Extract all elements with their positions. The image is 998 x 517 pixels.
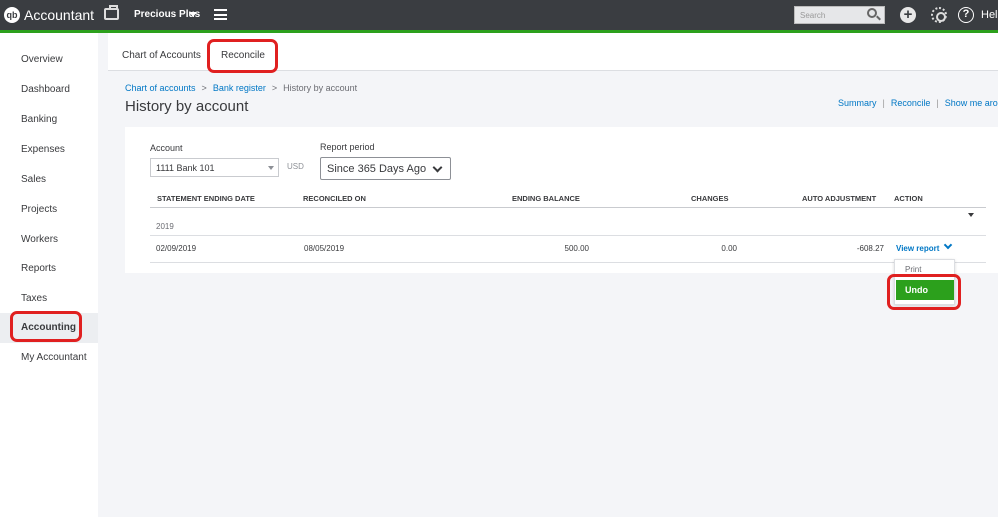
tab-chart-of-accounts[interactable]: Chart of Accounts [122,50,201,61]
search-icon[interactable] [867,8,877,18]
help-icon[interactable]: ? [958,7,974,23]
link-divider: | [936,98,939,108]
sidebar-item-projects[interactable]: Projects [0,195,98,223]
sidebar-item-expenses[interactable]: Expenses [0,135,98,163]
highlight-undo [887,274,961,310]
highlight-accounting [10,311,82,342]
breadcrumb-separator: > [271,83,278,93]
reconcile-link[interactable]: Reconcile [891,98,931,108]
sidebar-item-reports[interactable]: Reports [0,254,98,282]
column-header-reconciled-on[interactable]: RECONCILED ON [303,194,366,203]
page-links: Summary | Reconcile | Show me around [838,98,998,108]
sidebar-item-sales[interactable]: Sales [0,165,98,193]
hamburger-menu-icon[interactable] [214,9,227,20]
show-me-around-link[interactable]: Show me around [945,98,998,108]
table-divider [150,207,986,208]
report-period-select[interactable]: Since 365 Days Ago [320,157,451,180]
app-brand[interactable]: Accountant [24,7,94,23]
column-header-ending-balance[interactable]: ENDING BALANCE [512,194,580,203]
breadcrumb: Chart of accounts > Bank register > History … [125,83,357,93]
changes-cell: 0.00 [721,244,737,253]
menu-item-print[interactable]: Print [905,265,921,274]
quickbooks-logo-icon[interactable]: qb [4,7,20,23]
column-header-changes[interactable]: CHANGES [691,194,729,203]
breadcrumb-separator: > [201,83,207,93]
sidebar-item-overview[interactable]: Overview [0,45,98,73]
column-header-auto-adjustment[interactable]: AUTO ADJUSTMENT [802,194,876,203]
page-title: History by account [125,98,249,115]
ending-balance-cell: 500.00 [564,244,589,253]
breadcrumb-current: History by account [283,83,358,93]
breadcrumb-chart-of-accounts[interactable]: Chart of accounts [125,83,196,93]
create-plus-icon[interactable]: + [900,7,916,23]
sidebar-item-banking[interactable]: Banking [0,105,98,133]
sidebar-item-dashboard[interactable]: Dashboard [0,75,98,103]
currency-label: USD [287,162,304,171]
account-select[interactable]: 1111 Bank 101 [150,158,279,177]
sidebar-item-my-accountant[interactable]: My Accountant [0,343,98,371]
summary-link[interactable]: Summary [838,98,877,108]
statement-ending-date-cell: 02/09/2019 [156,244,197,253]
table-divider [150,235,986,236]
sidebar-item-workers[interactable]: Workers [0,225,98,253]
report-period-label: Report period [320,142,375,152]
sidebar-item-taxes[interactable]: Taxes [0,284,98,312]
caret-down-icon[interactable] [968,213,974,217]
column-header-statement-ending-date[interactable]: STATEMENT ENDING DATE [157,194,255,203]
breadcrumb-bank-register[interactable]: Bank register [213,83,266,93]
caret-down-icon[interactable] [189,12,197,17]
account-label: Account [150,143,183,153]
reconciled-on-cell: 08/05/2019 [304,244,345,253]
group-year: 2019 [156,222,174,231]
briefcase-icon[interactable] [104,5,119,20]
highlight-reconcile [207,39,278,73]
caret-down-icon[interactable] [268,166,274,170]
table-divider [150,262,986,263]
help-label[interactable]: Help [981,9,998,21]
link-divider: | [882,98,885,108]
auto-adjustment-cell: -608.27 [856,244,884,253]
view-report-link[interactable]: View report [896,244,939,253]
gear-icon[interactable] [931,7,947,23]
column-header-action: ACTION [894,194,923,203]
